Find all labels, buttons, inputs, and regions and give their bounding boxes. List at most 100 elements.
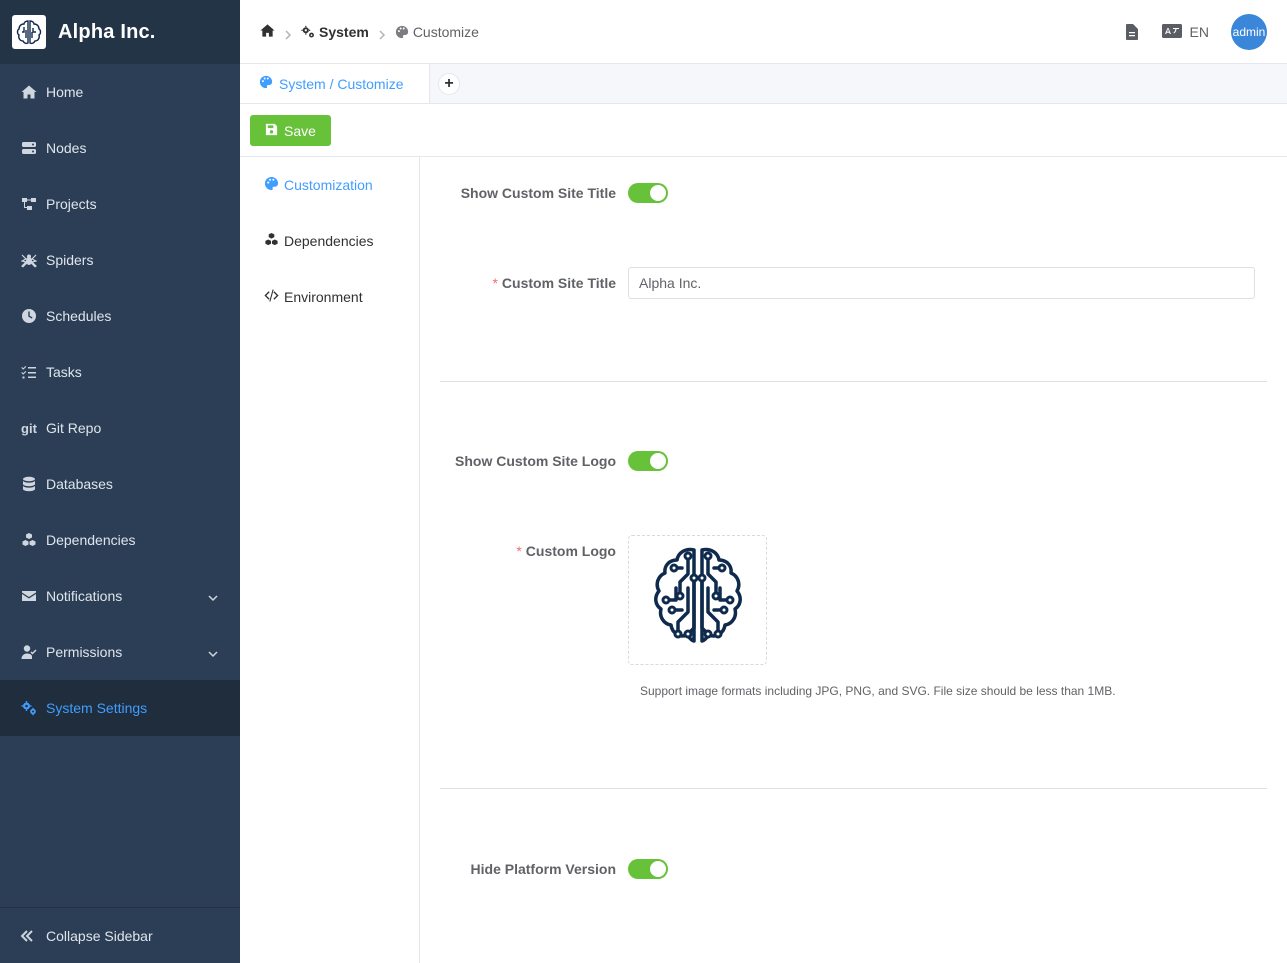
logo-hint: Support image formats including JPG, PNG… <box>640 684 1116 698</box>
sidebar-item-label: Notifications <box>46 588 123 604</box>
divider <box>440 381 1267 382</box>
sidebar-item-label: Permissions <box>46 644 123 660</box>
submenu-item-environment[interactable]: Environment <box>240 269 419 325</box>
hide-version-row: Hide Platform Version <box>440 859 1267 879</box>
required-asterisk: * <box>492 275 498 291</box>
user-check-icon <box>20 643 38 661</box>
site-title-input[interactable]: Alpha Inc. <box>628 267 1255 299</box>
app-title: Alpha Inc. <box>58 20 156 43</box>
sidebar-item-home[interactable]: Home <box>0 64 240 120</box>
tab-bar: System / Customize + <box>240 64 1287 104</box>
collapse-sidebar-label: Collapse Sidebar <box>46 927 153 944</box>
breadcrumb-system[interactable]: System <box>301 24 369 40</box>
sidebar-item-label: System Settings <box>46 700 148 716</box>
hide-version-switch[interactable] <box>628 859 668 879</box>
sidebar-item-label: Home <box>46 84 84 100</box>
sidebar-item-label: Spiders <box>46 252 94 268</box>
palette-icon <box>395 25 409 39</box>
envelope-icon <box>20 587 38 605</box>
toolbar: Save <box>240 104 1287 157</box>
title-label: Custom Site Title <box>501 275 616 291</box>
brain-circuit-icon <box>12 15 46 49</box>
sidebar-item-label: Git Repo <box>46 420 102 436</box>
sidebar-item-projects[interactable]: Projects <box>0 176 240 232</box>
breadcrumb-customize-label: Customize <box>412 23 479 40</box>
sidebar-item-label: Schedules <box>46 308 112 324</box>
save-label: Save <box>284 122 316 139</box>
spider-icon <box>20 251 38 269</box>
language-label: EN <box>1189 24 1209 40</box>
breadcrumb: System Customize <box>260 23 479 41</box>
submenu-label: Dependencies <box>284 233 374 249</box>
clock-icon <box>20 307 38 325</box>
logo-uploader[interactable] <box>628 535 767 665</box>
palette-icon <box>264 176 284 194</box>
submenu-item-customization[interactable]: Customization <box>240 157 419 213</box>
title-row: * Custom Site Title Alpha Inc. <box>440 267 1267 299</box>
home-icon[interactable] <box>260 23 275 41</box>
sidebar-item-tasks[interactable]: Tasks <box>0 344 240 400</box>
breadcrumb-system-label: System <box>319 23 369 40</box>
brain-circuit-icon <box>653 547 742 643</box>
title-label-wrap: * Custom Site Title <box>440 275 628 291</box>
chevron-down-icon <box>208 646 218 658</box>
logo-label: Custom Logo <box>525 543 616 559</box>
header: System Customize EN admin <box>240 0 1287 64</box>
submenu-item-dependencies[interactable]: Dependencies <box>240 213 419 269</box>
git-icon: git <box>21 420 37 436</box>
sidebar-item-spiders[interactable]: Spiders <box>0 232 240 288</box>
cubes-icon <box>264 232 284 250</box>
tab-label: System / Customize <box>279 75 404 92</box>
code-icon <box>264 288 284 306</box>
chevron-right-icon <box>378 27 386 40</box>
avatar[interactable]: admin <box>1231 14 1267 50</box>
document-icon[interactable] <box>1125 23 1142 41</box>
show-title-row: Show Custom Site Title <box>440 183 1267 203</box>
sidebar-nav: Home Nodes Projects Spiders Schedules Ta… <box>0 64 240 736</box>
project-diagram-icon <box>20 195 38 213</box>
show-logo-switch[interactable] <box>628 451 668 471</box>
sidebar-item-schedules[interactable]: Schedules <box>0 288 240 344</box>
submenu-label: Customization <box>284 177 373 193</box>
save-icon <box>265 123 284 139</box>
palette-icon <box>259 75 279 92</box>
home-icon <box>20 83 38 101</box>
server-icon <box>20 139 38 157</box>
submenu-label: Environment <box>284 289 363 305</box>
save-button[interactable]: Save <box>250 115 331 146</box>
sidebar-item-permissions[interactable]: Permissions <box>0 624 240 680</box>
cogs-icon <box>20 699 38 717</box>
sidebar-item-databases[interactable]: Databases <box>0 456 240 512</box>
logo-row: * Custom Logo <box>440 535 1267 665</box>
cubes-icon <box>20 531 38 549</box>
collapse-sidebar-button[interactable]: Collapse Sidebar <box>0 907 240 963</box>
language-switcher[interactable]: EN <box>1161 23 1209 41</box>
header-actions: EN admin <box>1125 14 1267 50</box>
cogs-icon <box>301 25 315 39</box>
sidebar-item-label: Nodes <box>46 140 87 156</box>
logo-row[interactable]: Alpha Inc. <box>0 0 240 64</box>
sidebar-item-label: Dependencies <box>46 532 136 548</box>
show-title-switch[interactable] <box>628 183 668 203</box>
settings-submenu: Customization Dependencies Environment <box>240 157 420 963</box>
show-title-label: Show Custom Site Title <box>460 185 616 201</box>
sidebar-item-nodes[interactable]: Nodes <box>0 120 240 176</box>
tab-system-customize[interactable]: System / Customize <box>240 64 430 103</box>
logo-label-wrap: * Custom Logo <box>440 535 628 665</box>
required-asterisk: * <box>516 543 522 559</box>
divider <box>440 788 1267 789</box>
sidebar-item-system-settings[interactable]: System Settings <box>0 680 240 736</box>
sidebar-item-dependencies[interactable]: Dependencies <box>0 512 240 568</box>
sidebar-item-label: Tasks <box>46 364 82 380</box>
chevron-right-icon <box>284 27 292 40</box>
sidebar: Alpha Inc. Home Nodes Projects Spiders S… <box>0 0 240 963</box>
tasks-icon <box>20 363 38 381</box>
sidebar-item-git-repo[interactable]: git Git Repo <box>0 400 240 456</box>
language-icon <box>1161 23 1190 41</box>
breadcrumb-customize: Customize <box>395 24 479 40</box>
add-tab-button[interactable]: + <box>438 73 460 95</box>
show-logo-row: Show Custom Site Logo <box>440 451 1267 471</box>
sidebar-item-notifications[interactable]: Notifications <box>0 568 240 624</box>
double-chevron-left-icon <box>20 929 38 943</box>
sidebar-item-label: Projects <box>46 196 97 212</box>
